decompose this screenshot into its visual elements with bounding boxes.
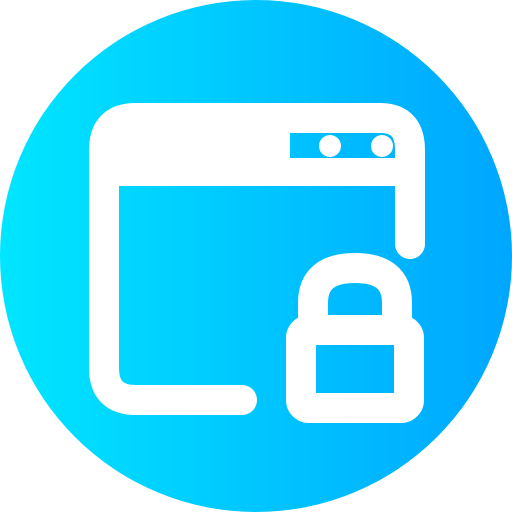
- browser-window-lock-icon: [0, 0, 512, 512]
- browser-body-area: [119, 186, 395, 385]
- browser-lock-icon-container: [0, 0, 512, 512]
- window-dot-icon: [371, 135, 393, 157]
- window-dot-icon: [319, 135, 341, 157]
- browser-title-bar: [104, 158, 410, 186]
- browser-tab-bar: [119, 132, 290, 160]
